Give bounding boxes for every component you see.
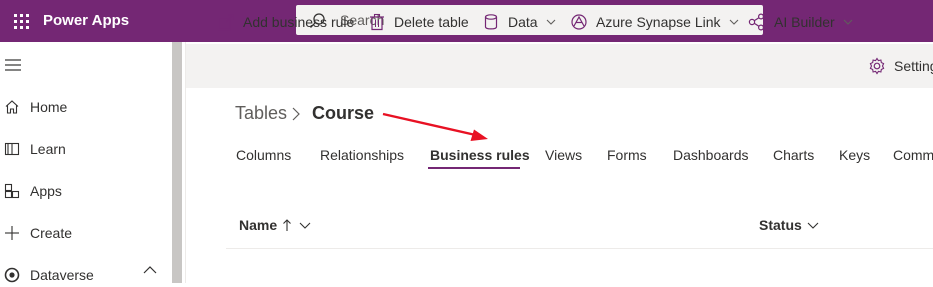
- tab-forms[interactable]: Forms: [607, 147, 647, 163]
- chevron-down-icon: [843, 19, 853, 25]
- plus-icon: [5, 226, 19, 240]
- data-menu-button[interactable]: Data: [482, 0, 556, 44]
- tab-relationships[interactable]: Relationships: [320, 147, 404, 163]
- hamburger-menu-icon[interactable]: [5, 58, 21, 72]
- chevron-up-icon[interactable]: [143, 265, 157, 275]
- app-title[interactable]: Power Apps: [43, 0, 129, 42]
- waffle-icon: [13, 13, 29, 29]
- gear-icon: [869, 57, 885, 75]
- tab-charts[interactable]: Charts: [773, 147, 814, 163]
- database-icon: [484, 14, 498, 30]
- tab-keys[interactable]: Keys: [839, 147, 870, 163]
- tab-views[interactable]: Views: [545, 147, 582, 163]
- settings-button[interactable]: Settings: [868, 44, 933, 88]
- delete-table-button[interactable]: Delete table: [368, 0, 469, 44]
- add-business-rule-button[interactable]: Add business rule: [217, 0, 354, 44]
- page-title: Course: [312, 103, 375, 123]
- sidebar-item-home[interactable]: Home: [0, 95, 170, 119]
- breadcrumb-tables-link[interactable]: Tables: [235, 103, 287, 124]
- command-bar: [186, 44, 933, 88]
- synapse-icon: [571, 14, 587, 30]
- dataverse-icon: [4, 267, 20, 283]
- settings-clip: Settings: [868, 44, 933, 88]
- tab-commands[interactable]: Commands: [893, 147, 933, 163]
- sidebar-item-learn[interactable]: Learn: [0, 137, 170, 161]
- nav-scrollbar[interactable]: [172, 42, 182, 283]
- chevron-down-icon: [546, 19, 555, 25]
- azure-synapse-link-button[interactable]: Azure Synapse Link: [570, 0, 739, 44]
- tab-dashboards[interactable]: Dashboards: [673, 147, 749, 163]
- chevron-down-icon: [729, 19, 738, 25]
- book-icon: [4, 142, 20, 156]
- ai-builder-icon: [748, 13, 765, 31]
- sort-ascending-icon: [283, 219, 292, 231]
- apps-icon: [4, 183, 20, 199]
- app-launcher-button[interactable]: [0, 0, 42, 42]
- home-icon: [5, 100, 19, 114]
- add-rule-icon: [217, 14, 234, 31]
- trash-icon: [370, 13, 384, 31]
- chevron-down-icon: [807, 222, 819, 229]
- column-header-status[interactable]: Status: [759, 217, 819, 233]
- ai-builder-button[interactable]: AI Builder: [748, 0, 853, 44]
- chevron-down-icon: [299, 222, 311, 229]
- chevron-right-icon: [292, 107, 300, 121]
- tab-overflow-clip: Commands: [893, 147, 933, 167]
- selected-tab-indicator: [428, 167, 520, 169]
- left-navigation: [0, 42, 186, 283]
- tab-business-rules[interactable]: Business rules: [430, 147, 530, 163]
- grid-header-divider: [226, 248, 933, 249]
- tab-columns[interactable]: Columns: [236, 147, 291, 163]
- sidebar-item-apps[interactable]: Apps: [0, 179, 170, 203]
- annotation-arrow: [382, 112, 488, 141]
- sidebar-item-create[interactable]: Create: [0, 221, 170, 245]
- column-header-name[interactable]: Name: [239, 217, 311, 233]
